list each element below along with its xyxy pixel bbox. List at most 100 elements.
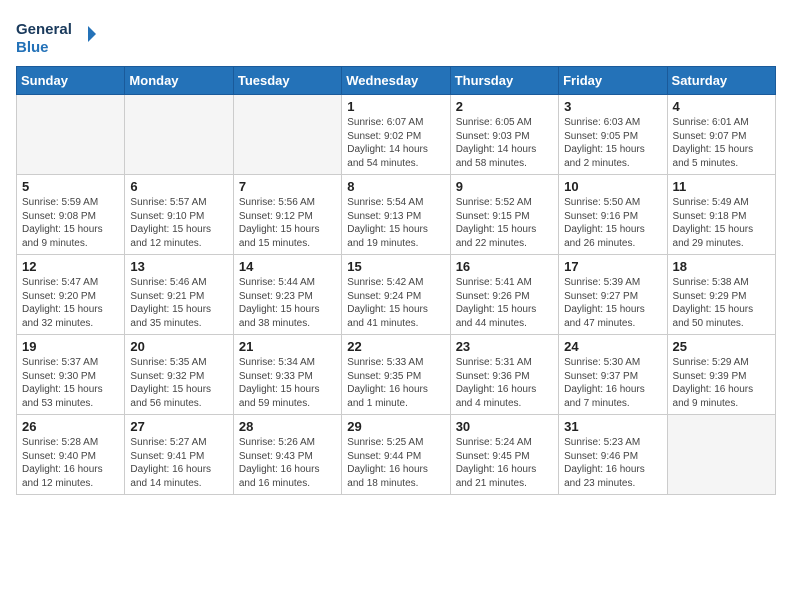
day-info: Sunrise: 5:49 AMSunset: 9:18 PMDaylight:…: [673, 196, 770, 250]
calendar-cell: 17 Sunrise: 5:39 AMSunset: 9:27 PMDayligh…: [559, 255, 667, 335]
day-number: 20: [130, 339, 227, 354]
day-number: 11: [673, 179, 770, 194]
calendar-cell: 13 Sunrise: 5:46 AMSunset: 9:21 PMDayligh…: [125, 255, 233, 335]
calendar-cell: 18Sunrise: 5:38 AMSunset: 9:29 PMDayligh…: [667, 255, 775, 335]
day-info: Sunrise: 5:46 AMSunset: 9:21 PMDaylight:…: [130, 276, 227, 330]
page-header: General Blue: [16, 16, 776, 58]
week-row-5: 26 Sunrise: 5:28 AMSunset: 9:40 PMDayligh…: [17, 415, 776, 495]
day-number: 16: [456, 259, 553, 274]
weekday-header-tuesday: Tuesday: [233, 67, 341, 95]
day-number: 23: [456, 339, 553, 354]
calendar-cell: 7 Sunrise: 5:56 AMSunset: 9:12 PMDaylight…: [233, 175, 341, 255]
calendar-cell: 28Sunrise: 5:26 AMSunset: 9:43 PMDayligh…: [233, 415, 341, 495]
weekday-header-saturday: Saturday: [667, 67, 775, 95]
day-info: Sunrise: 5:26 AMSunset: 9:43 PMDaylight:…: [239, 436, 336, 490]
calendar-cell: 11 Sunrise: 5:49 AMSunset: 9:18 PMDayligh…: [667, 175, 775, 255]
calendar-cell: 2 Sunrise: 6:05 AMSunset: 9:03 PMDaylight…: [450, 95, 558, 175]
calendar-cell: 4 Sunrise: 6:01 AMSunset: 9:07 PMDaylight…: [667, 95, 775, 175]
day-number: 13: [130, 259, 227, 274]
day-info: Sunrise: 5:35 AMSunset: 9:32 PMDaylight:…: [130, 356, 227, 410]
day-number: 25: [673, 339, 770, 354]
calendar-cell: 3 Sunrise: 6:03 AMSunset: 9:05 PMDaylight…: [559, 95, 667, 175]
calendar-cell: 16 Sunrise: 5:41 AMSunset: 9:26 PMDayligh…: [450, 255, 558, 335]
day-info: Sunrise: 6:03 AMSunset: 9:05 PMDaylight:…: [564, 116, 661, 170]
day-info: Sunrise: 5:31 AMSunset: 9:36 PMDaylight:…: [456, 356, 553, 410]
day-info: Sunrise: 5:34 AMSunset: 9:33 PMDaylight:…: [239, 356, 336, 410]
day-info: Sunrise: 6:07 AMSunset: 9:02 PMDaylight:…: [347, 116, 444, 170]
calendar-cell: [667, 415, 775, 495]
calendar-table: SundayMondayTuesdayWednesdayThursdayFrid…: [16, 66, 776, 495]
calendar-cell: 20 Sunrise: 5:35 AMSunset: 9:32 PMDayligh…: [125, 335, 233, 415]
day-number: 1: [347, 99, 444, 114]
day-info: Sunrise: 5:28 AMSunset: 9:40 PMDaylight:…: [22, 436, 119, 490]
weekday-header-sunday: Sunday: [17, 67, 125, 95]
header-row: SundayMondayTuesdayWednesdayThursdayFrid…: [17, 67, 776, 95]
calendar-cell: 22Sunrise: 5:33 AMSunset: 9:35 PMDayligh…: [342, 335, 450, 415]
day-info: Sunrise: 5:37 AMSunset: 9:30 PMDaylight:…: [22, 356, 119, 410]
calendar-cell: 8 Sunrise: 5:54 AMSunset: 9:13 PMDaylight…: [342, 175, 450, 255]
calendar-cell: 10 Sunrise: 5:50 AMSunset: 9:16 PMDayligh…: [559, 175, 667, 255]
calendar-cell: 26 Sunrise: 5:28 AMSunset: 9:40 PMDayligh…: [17, 415, 125, 495]
day-number: 7: [239, 179, 336, 194]
day-info: Sunrise: 5:30 AMSunset: 9:37 PMDaylight:…: [564, 356, 661, 410]
day-info: Sunrise: 5:38 AMSunset: 9:29 PMDaylight:…: [673, 276, 770, 330]
calendar-cell: 9 Sunrise: 5:52 AMSunset: 9:15 PMDaylight…: [450, 175, 558, 255]
calendar-cell: 15 Sunrise: 5:42 AMSunset: 9:24 PMDayligh…: [342, 255, 450, 335]
svg-text:General: General: [16, 21, 72, 38]
day-info: Sunrise: 5:29 AMSunset: 9:39 PMDaylight:…: [673, 356, 770, 410]
day-number: 19: [22, 339, 119, 354]
day-number: 31: [564, 419, 661, 434]
day-number: 24: [564, 339, 661, 354]
day-number: 15: [347, 259, 444, 274]
day-number: 30: [456, 419, 553, 434]
calendar-cell: [233, 95, 341, 175]
day-info: Sunrise: 5:54 AMSunset: 9:13 PMDaylight:…: [347, 196, 444, 250]
weekday-header-monday: Monday: [125, 67, 233, 95]
day-info: Sunrise: 5:44 AMSunset: 9:23 PMDaylight:…: [239, 276, 336, 330]
calendar-cell: 31 Sunrise: 5:23 AMSunset: 9:46 PMDayligh…: [559, 415, 667, 495]
day-info: Sunrise: 5:24 AMSunset: 9:45 PMDaylight:…: [456, 436, 553, 490]
day-number: 14: [239, 259, 336, 274]
calendar-cell: 1 Sunrise: 6:07 AMSunset: 9:02 PMDaylight…: [342, 95, 450, 175]
day-number: 3: [564, 99, 661, 114]
day-number: 9: [456, 179, 553, 194]
day-number: 4: [673, 99, 770, 114]
day-number: 12: [22, 259, 119, 274]
day-number: 2: [456, 99, 553, 114]
day-info: Sunrise: 5:47 AMSunset: 9:20 PMDaylight:…: [22, 276, 119, 330]
day-number: 8: [347, 179, 444, 194]
calendar-cell: 27Sunrise: 5:27 AMSunset: 9:41 PMDayligh…: [125, 415, 233, 495]
calendar-cell: 25 Sunrise: 5:29 AMSunset: 9:39 PMDayligh…: [667, 335, 775, 415]
day-info: Sunrise: 6:01 AMSunset: 9:07 PMDaylight:…: [673, 116, 770, 170]
day-number: 10: [564, 179, 661, 194]
day-info: Sunrise: 5:56 AMSunset: 9:12 PMDaylight:…: [239, 196, 336, 250]
day-info: Sunrise: 5:41 AMSunset: 9:26 PMDaylight:…: [456, 276, 553, 330]
day-info: Sunrise: 5:52 AMSunset: 9:15 PMDaylight:…: [456, 196, 553, 250]
day-info: Sunrise: 6:05 AMSunset: 9:03 PMDaylight:…: [456, 116, 553, 170]
calendar-cell: 19 Sunrise: 5:37 AMSunset: 9:30 PMDayligh…: [17, 335, 125, 415]
day-number: 21: [239, 339, 336, 354]
calendar-cell: 5Sunrise: 5:59 AMSunset: 9:08 PMDaylight…: [17, 175, 125, 255]
day-info: Sunrise: 5:50 AMSunset: 9:16 PMDaylight:…: [564, 196, 661, 250]
calendar-cell: [17, 95, 125, 175]
day-info: Sunrise: 5:25 AMSunset: 9:44 PMDaylight:…: [347, 436, 444, 490]
day-info: Sunrise: 5:42 AMSunset: 9:24 PMDaylight:…: [347, 276, 444, 330]
calendar-cell: 23 Sunrise: 5:31 AMSunset: 9:36 PMDayligh…: [450, 335, 558, 415]
weekday-header-friday: Friday: [559, 67, 667, 95]
day-number: 17: [564, 259, 661, 274]
calendar-cell: 21 Sunrise: 5:34 AMSunset: 9:33 PMDayligh…: [233, 335, 341, 415]
logo-svg: General Blue: [16, 16, 96, 58]
weekday-header-thursday: Thursday: [450, 67, 558, 95]
week-row-2: 5Sunrise: 5:59 AMSunset: 9:08 PMDaylight…: [17, 175, 776, 255]
day-info: Sunrise: 5:27 AMSunset: 9:41 PMDaylight:…: [130, 436, 227, 490]
day-number: 29: [347, 419, 444, 434]
calendar-cell: 6Sunrise: 5:57 AMSunset: 9:10 PMDaylight…: [125, 175, 233, 255]
day-number: 26: [22, 419, 119, 434]
calendar-cell: [125, 95, 233, 175]
day-info: Sunrise: 5:23 AMSunset: 9:46 PMDaylight:…: [564, 436, 661, 490]
day-info: Sunrise: 5:33 AMSunset: 9:35 PMDaylight:…: [347, 356, 444, 410]
calendar-cell: 12 Sunrise: 5:47 AMSunset: 9:20 PMDayligh…: [17, 255, 125, 335]
day-number: 5: [22, 179, 119, 194]
day-number: 6: [130, 179, 227, 194]
day-info: Sunrise: 5:39 AMSunset: 9:27 PMDaylight:…: [564, 276, 661, 330]
